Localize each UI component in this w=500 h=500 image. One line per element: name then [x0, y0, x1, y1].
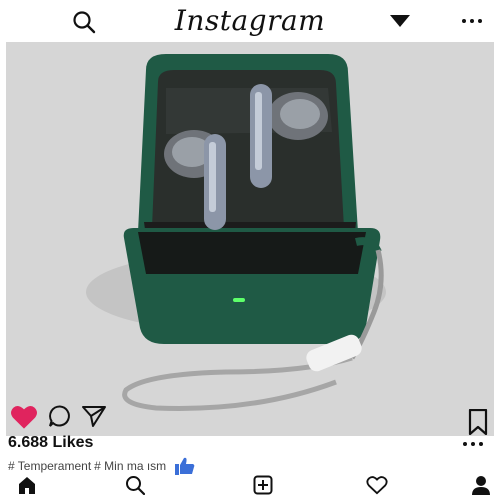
home-icon[interactable] — [16, 474, 38, 496]
profile-icon[interactable] — [470, 474, 492, 496]
more-dots-icon[interactable] — [460, 10, 484, 32]
post-image[interactable] — [6, 42, 494, 436]
share-send-icon[interactable] — [80, 404, 108, 428]
search-icon[interactable] — [124, 474, 146, 496]
comment-icon[interactable] — [48, 404, 72, 428]
activity-heart-icon[interactable] — [366, 474, 388, 496]
add-post-icon[interactable] — [252, 474, 274, 496]
top-bar: Instagram — [0, 0, 500, 42]
like-heart-icon[interactable] — [10, 404, 38, 430]
bookmark-icon[interactable] — [466, 408, 490, 436]
likes-count[interactable]: 6.688 Likes — [8, 434, 93, 452]
more-dots-icon[interactable] — [460, 436, 486, 452]
dropdown-arrow-icon[interactable] — [388, 12, 412, 30]
app-logo: Instagram — [174, 4, 326, 37]
bottom-nav — [0, 470, 500, 500]
